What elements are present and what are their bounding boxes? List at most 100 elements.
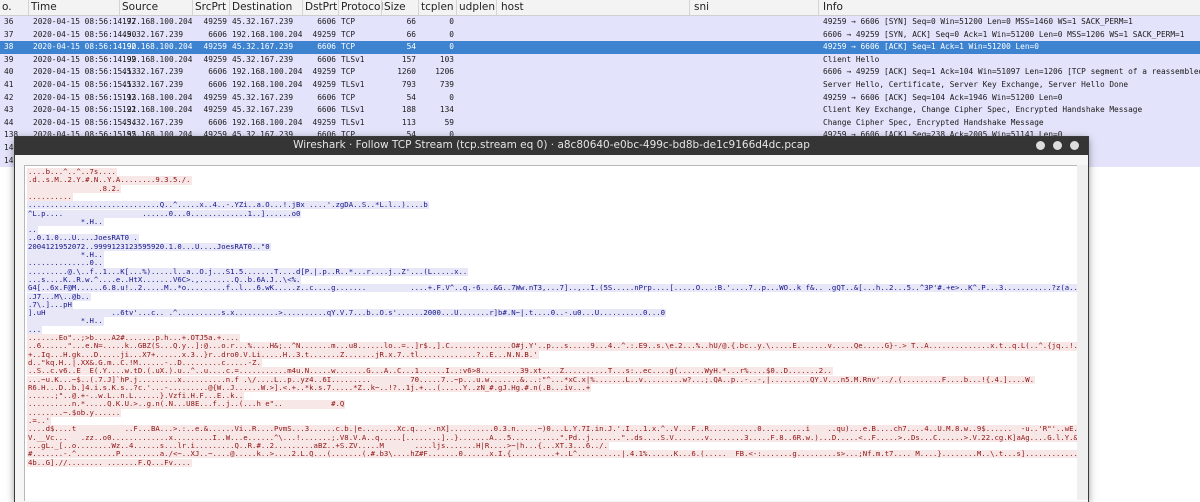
- follow-tcp-stream-dialog: Wireshark · Follow TCP Stream (tcp.strea…: [15, 137, 1088, 502]
- cell-size: 793: [401, 79, 416, 89]
- col-header-size[interactable]: Size: [384, 1, 406, 13]
- packet-row[interactable]: 41 2020-04-15 08:56:15.13 45.32.167.239 660…: [0, 78, 1200, 92]
- cell-dstprt: 49259: [312, 79, 336, 89]
- cell-no: 40: [4, 67, 14, 77]
- col-header-host[interactable]: host: [501, 1, 524, 13]
- packet-row[interactable]: 37 2020-04-15 08:56:14.90 45.32.167.239 660…: [0, 28, 1200, 42]
- cell-tcplen: 103: [439, 54, 454, 64]
- cell-dstprt: 49259: [312, 67, 336, 77]
- cell-source: 45.32.167.239: [122, 29, 184, 39]
- cell-time: 2020-04-15 08:56:15.13: [33, 67, 137, 77]
- cell-time: 2020-04-15 08:56:14.99: [33, 54, 137, 64]
- cell-size: 66: [406, 17, 416, 26]
- cell-info: 6606 → 49259 [SYN, ACK] Seq=0 Ack=1 Win=…: [823, 29, 1185, 39]
- packet-row[interactable]: 36 2020-04-15 08:56:14.77 192.168.100.204 4…: [0, 16, 1200, 29]
- col-header-dstprt[interactable]: DstPrt: [305, 1, 337, 13]
- col-header-tcplen[interactable]: tcplen: [421, 1, 454, 13]
- col-header-protocol[interactable]: Protocol: [341, 1, 383, 13]
- col-header-srcprt[interactable]: SrcPrt: [195, 1, 226, 13]
- cell-srcprt: 6606: [208, 67, 227, 77]
- cell-source: 192.168.100.204: [122, 17, 193, 26]
- dialog-title-bar[interactable]: Wireshark · Follow TCP Stream (tcp.strea…: [15, 137, 1088, 155]
- cell-dstprt: 6606: [317, 105, 336, 115]
- cell-destination: 45.32.167.239: [232, 42, 294, 52]
- server-data-line: G4[..6x.F@M......6.8.u!..2.....M..*o....…: [27, 283, 1088, 293]
- cell-info: Client Key Exchange, Change Cipher Spec,…: [823, 105, 1143, 115]
- cell-time: 2020-04-15 08:56:15.13: [33, 92, 137, 102]
- server-data-line: *.H..: [27, 216, 104, 227]
- packet-row[interactable]: 44 2020-04-15 08:56:15.34 45.32.167.239 660…: [0, 116, 1200, 130]
- cell-info: 49259 → 6606 [ACK] Seq=1 Ack=1 Win=51200…: [823, 42, 1039, 52]
- cell-destination: 192.168.100.204: [232, 79, 303, 89]
- cell-no: 44: [4, 117, 14, 127]
- cell-time: 2020-04-15 08:56:15.34: [33, 117, 137, 127]
- cell-no: 36: [4, 17, 14, 26]
- cell-time: 2020-04-15 08:56:14.90: [33, 42, 137, 52]
- cell-no: 39: [4, 54, 14, 64]
- cell-protocol: TCP: [341, 92, 356, 102]
- cell-destination: 45.32.167.239: [232, 54, 294, 64]
- cell-srcprt: 49259: [203, 42, 227, 52]
- packet-list[interactable]: o. Time Source SrcPrt Destination DstPrt…: [0, 0, 1200, 168]
- cell-protocol: TCP: [341, 67, 356, 77]
- col-header-udplen[interactable]: udplen: [459, 1, 495, 13]
- cell-tcplen: 59: [444, 117, 454, 127]
- col-header-time[interactable]: Time: [31, 1, 57, 13]
- packet-row[interactable]: 39 2020-04-15 08:56:14.99 192.168.100.204 4…: [0, 53, 1200, 67]
- cell-size: 1260: [397, 67, 416, 77]
- cell-no: 38: [4, 42, 14, 52]
- maximize-icon[interactable]: [1053, 141, 1062, 150]
- cell-destination: 45.32.167.239: [232, 17, 294, 26]
- cell-source: 192.168.100.204: [122, 54, 193, 64]
- cell-tcplen: 0: [449, 92, 454, 102]
- cell-destination: 45.32.167.239: [232, 105, 294, 115]
- cell-dstprt: 49259: [312, 29, 336, 39]
- cell-protocol: TLSv1: [341, 54, 365, 64]
- col-header-no[interactable]: o.: [2, 1, 12, 13]
- server-data-line: ].uH ..6tv'...c.. .^..........s.x.......…: [27, 308, 666, 318]
- packet-row[interactable]: 40 2020-04-15 08:56:15.13 45.32.167.239 660…: [0, 66, 1200, 79]
- cell-size: 66: [406, 29, 416, 39]
- col-header-destination[interactable]: Destination: [232, 1, 292, 13]
- cell-protocol: TLSv1: [341, 105, 365, 115]
- cell-info: Client Hello: [823, 54, 880, 64]
- stream-scrollbar[interactable]: [1077, 165, 1088, 500]
- col-header-info[interactable]: Info: [823, 1, 843, 13]
- cell-time: 2020-04-15 08:56:15.21: [33, 105, 137, 115]
- col-header-source[interactable]: Source: [122, 1, 158, 13]
- packet-row[interactable]: 42 2020-04-15 08:56:15.13 192.168.100.204 4…: [0, 91, 1200, 105]
- cell-destination: 45.32.167.239: [232, 92, 294, 102]
- cell-protocol: TLSv1: [341, 117, 365, 127]
- cell-destination: 192.168.100.204: [232, 67, 303, 77]
- cell-srcprt: 6606: [208, 117, 227, 127]
- close-icon[interactable]: [1070, 141, 1079, 150]
- cell-tcplen: 739: [439, 79, 454, 89]
- client-data-line: 4b..G].//........ .......F.Q...Fv....: [27, 457, 192, 467]
- stream-content[interactable]: ....b...^..^..7s.... .d..s.M..2.Y.#.N..Y.…: [24, 165, 1088, 501]
- cell-srcprt: 49259: [203, 92, 227, 102]
- packet-row[interactable]: 43 2020-04-15 08:56:15.21 192.168.100.204 4…: [0, 104, 1200, 117]
- cell-protocol: TCP: [341, 29, 356, 39]
- cell-dstprt: 6606: [317, 54, 336, 64]
- cell-tcplen: 1206: [435, 67, 454, 77]
- cell-srcprt: 6606: [208, 79, 227, 89]
- cell-time: 2020-04-15 08:56:15.13: [33, 79, 137, 89]
- cell-size: 157: [401, 54, 416, 64]
- cell-protocol: TCP: [341, 42, 356, 52]
- cell-source: 45.32.167.239: [122, 79, 184, 89]
- cell-size: 54: [406, 92, 416, 102]
- cell-time: 2020-04-15 08:56:14.77: [33, 17, 137, 26]
- minimize-icon[interactable]: [1036, 141, 1045, 150]
- cell-time: 2020-04-15 08:56:14.90: [33, 29, 137, 39]
- cell-destination: 192.168.100.204: [232, 117, 303, 127]
- packet-row[interactable]: 38 2020-04-15 08:56:14.90 192.168.100.204 4…: [0, 41, 1200, 54]
- cell-srcprt: 49259: [203, 17, 227, 26]
- cell-no: 37: [4, 29, 14, 39]
- cell-dstprt: 6606: [317, 17, 336, 26]
- cell-source: 192.168.100.204: [122, 42, 193, 52]
- dialog-title: Wireshark · Follow TCP Stream (tcp.strea…: [293, 139, 810, 151]
- cell-info: 49259 → 6606 [SYN] Seq=0 Win=51200 Len=0…: [823, 17, 1133, 26]
- packet-list-header: o. Time Source SrcPrt Destination DstPrt…: [0, 0, 1200, 16]
- col-header-sni[interactable]: sni: [694, 1, 709, 13]
- cell-tcplen: 0: [449, 29, 454, 39]
